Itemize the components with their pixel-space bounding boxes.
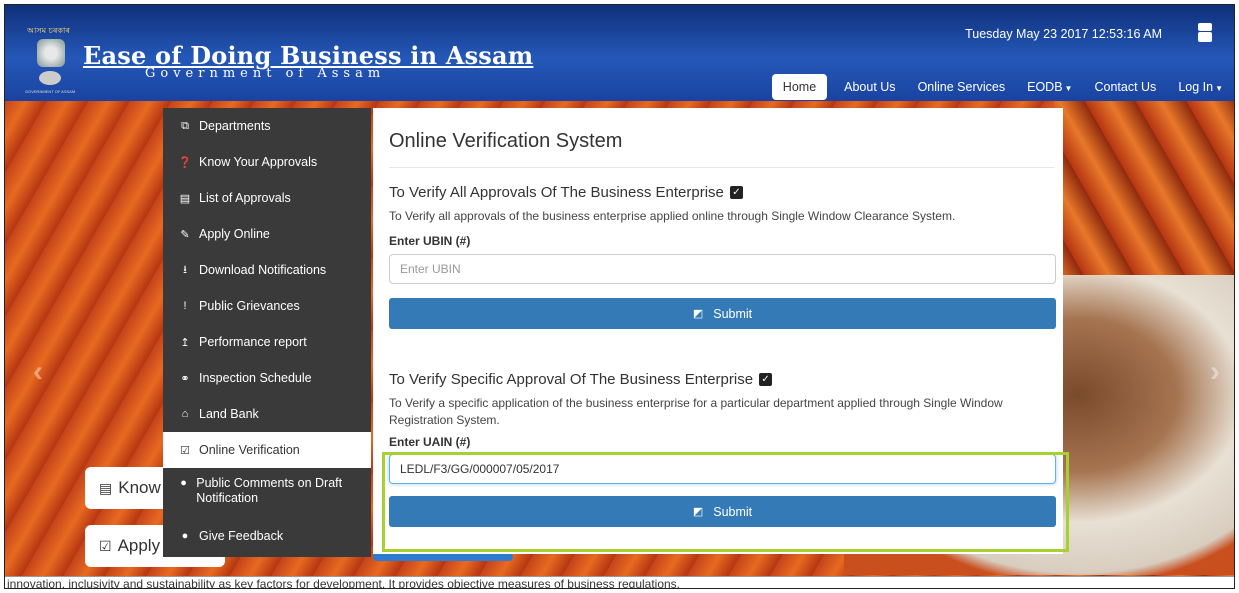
- sidebar-item-departments[interactable]: ⧉ Departments: [163, 108, 371, 144]
- sidebar-item-public-comments[interactable]: ● Public Comments on Draft Notification: [163, 468, 371, 518]
- checkbox-icon: ✓: [729, 186, 743, 199]
- uain-input[interactable]: [389, 454, 1056, 484]
- uain-label: Enter UAIN (#): [389, 435, 471, 449]
- sidebar-item-label: Apply Online: [199, 227, 270, 241]
- submit-label: Submit: [713, 504, 753, 519]
- sidebar-item-online-verification[interactable]: ☑ Online Verification: [163, 432, 371, 468]
- browser-frame: আসম চৰকাৰ GOVERNMENT OF ASSAM Ease of Do…: [4, 4, 1235, 589]
- edit-icon: ☑: [99, 537, 112, 554]
- sidebar-item-label: Performance report: [199, 335, 307, 349]
- current-datetime: Tuesday May 23 2017 12:53:16 AM: [965, 27, 1162, 41]
- list-icon: ▤: [99, 479, 113, 496]
- sidebar-item-label: Public Comments on Draft Notification: [196, 476, 343, 505]
- nav-login-label: Log In: [1178, 80, 1214, 94]
- uain-submit-button[interactable]: ◩ Submit: [389, 496, 1056, 527]
- section2-description: To Verify a specific application of the …: [389, 396, 1003, 427]
- apply-button-label: Apply: [117, 536, 161, 555]
- nav-about-us[interactable]: About Us: [833, 74, 906, 100]
- sidebar-item-land-bank[interactable]: ⌂ Land Bank: [163, 396, 371, 432]
- sidebar-item-public-grievances[interactable]: ! Public Grievances: [163, 288, 371, 324]
- edit-icon: ✎: [180, 228, 190, 241]
- site-header: আসম চৰকাৰ GOVERNMENT OF ASSAM Ease of Do…: [5, 5, 1234, 101]
- sidebar-item-know-your-approvals[interactable]: ❓ Know Your Approvals: [163, 144, 371, 180]
- sidebar-item-label: Land Bank: [199, 407, 259, 421]
- comment-icon: ●: [180, 477, 187, 489]
- main-nav: Home About Us Online Services EODB ▼ Cont…: [771, 72, 1234, 102]
- section1-description: To Verify all approvals of the business …: [389, 209, 956, 223]
- comment-icon: ●: [181, 530, 189, 542]
- sidebar-item-label: Download Notifications: [199, 263, 327, 277]
- carousel-prev-icon[interactable]: ‹: [33, 355, 43, 389]
- assam-emblem-logo[interactable]: আসম চৰকাৰ GOVERNMENT OF ASSAM: [25, 19, 79, 95]
- nav-home[interactable]: Home: [771, 74, 828, 100]
- nav-home-label: Home: [782, 80, 817, 94]
- section-heading: To Verify All Approvals Of The Business …: [389, 184, 1063, 201]
- carousel-next-icon[interactable]: ›: [1210, 355, 1220, 389]
- sidebar-item-performance-report[interactable]: ↥ Performance report: [163, 324, 371, 360]
- question-icon: ❓: [178, 156, 192, 169]
- sidebar-item-apply-online[interactable]: ✎ Apply Online: [163, 216, 371, 252]
- nav-online-services[interactable]: Online Services: [907, 74, 1017, 100]
- sidebar-item-give-feedback[interactable]: ● Give Feedback: [163, 518, 371, 554]
- list-icon: ▤: [179, 192, 191, 205]
- page-title: Online Verification System: [389, 130, 1054, 168]
- ubin-input[interactable]: [389, 254, 1056, 284]
- sidebar-item-label: Inspection Schedule: [199, 371, 312, 385]
- seal-icon: [39, 71, 61, 85]
- upload-icon: ↥: [180, 336, 190, 349]
- nav-login-dropdown[interactable]: Log In ▼: [1167, 74, 1234, 100]
- bank-icon: ⌂: [181, 408, 189, 420]
- binoculars-icon: ⚭: [180, 372, 190, 385]
- sidebar-item-label: Give Feedback: [199, 529, 284, 543]
- nav-services-label: Online Services: [917, 80, 1006, 94]
- caret-down-icon: ▼: [1064, 84, 1073, 93]
- sidebar: ⧉ Departments ❓ Know Your Approvals ▤ List …: [163, 108, 371, 557]
- hero-strip: [373, 553, 513, 561]
- nav-about-label: About Us: [844, 80, 896, 94]
- section-heading: To Verify Specific Approval Of The Busin…: [389, 371, 1063, 388]
- ubin-submit-button[interactable]: ◩ Submit: [389, 298, 1056, 329]
- download-icon: ⭳: [183, 263, 187, 276]
- sidebar-item-label: Know Your Approvals: [199, 155, 318, 169]
- submit-label: Submit: [713, 306, 753, 321]
- nav-eodb-dropdown[interactable]: EODB ▼: [1016, 74, 1083, 100]
- main-panel: Online Verification System To Verify All…: [373, 108, 1063, 554]
- sidebar-item-label: Public Grievances: [199, 299, 300, 313]
- exclamation-icon: !: [183, 300, 187, 312]
- sidebar-item-label: Online Verification: [199, 443, 300, 457]
- emblem-top-text: আসম চৰকাৰ: [27, 26, 70, 35]
- know-button-label: Know: [118, 478, 161, 497]
- submit-icon: ◩: [692, 308, 704, 320]
- nav-contact-us[interactable]: Contact Us: [1083, 74, 1167, 100]
- checkbox-icon: ✓: [759, 373, 773, 386]
- youtube-icon[interactable]: [1198, 23, 1212, 43]
- section1-title: To Verify All Approvals Of The Business …: [389, 184, 724, 201]
- nav-eodb-label: EODB: [1027, 80, 1063, 94]
- sidebar-item-inspection-schedule[interactable]: ⚭ Inspection Schedule: [163, 360, 371, 396]
- sidebar-item-label: Departments: [199, 119, 271, 133]
- news-ticker: innovation, inclusivity and sustainabili…: [5, 576, 1234, 588]
- sidebar-item-download-notifications[interactable]: ⭳ Download Notifications: [163, 252, 371, 288]
- nav-contact-label: Contact Us: [1094, 80, 1157, 94]
- departments-icon: ⧉: [181, 119, 189, 132]
- lion-capital-icon: [37, 39, 65, 67]
- section2-title: To Verify Specific Approval Of The Busin…: [389, 371, 754, 388]
- emblem-bottom-text: GOVERNMENT OF ASSAM: [25, 89, 76, 94]
- submit-icon: ◩: [692, 506, 704, 518]
- site-subtitle: Government of Assam: [145, 66, 386, 81]
- caret-down-icon: ▼: [1215, 84, 1223, 93]
- checkbox-icon: ☑: [180, 444, 190, 457]
- sidebar-item-label: List of Approvals: [199, 191, 291, 205]
- sidebar-item-list-of-approvals[interactable]: ▤ List of Approvals: [163, 180, 371, 216]
- ubin-label: Enter UBIN (#): [389, 234, 471, 248]
